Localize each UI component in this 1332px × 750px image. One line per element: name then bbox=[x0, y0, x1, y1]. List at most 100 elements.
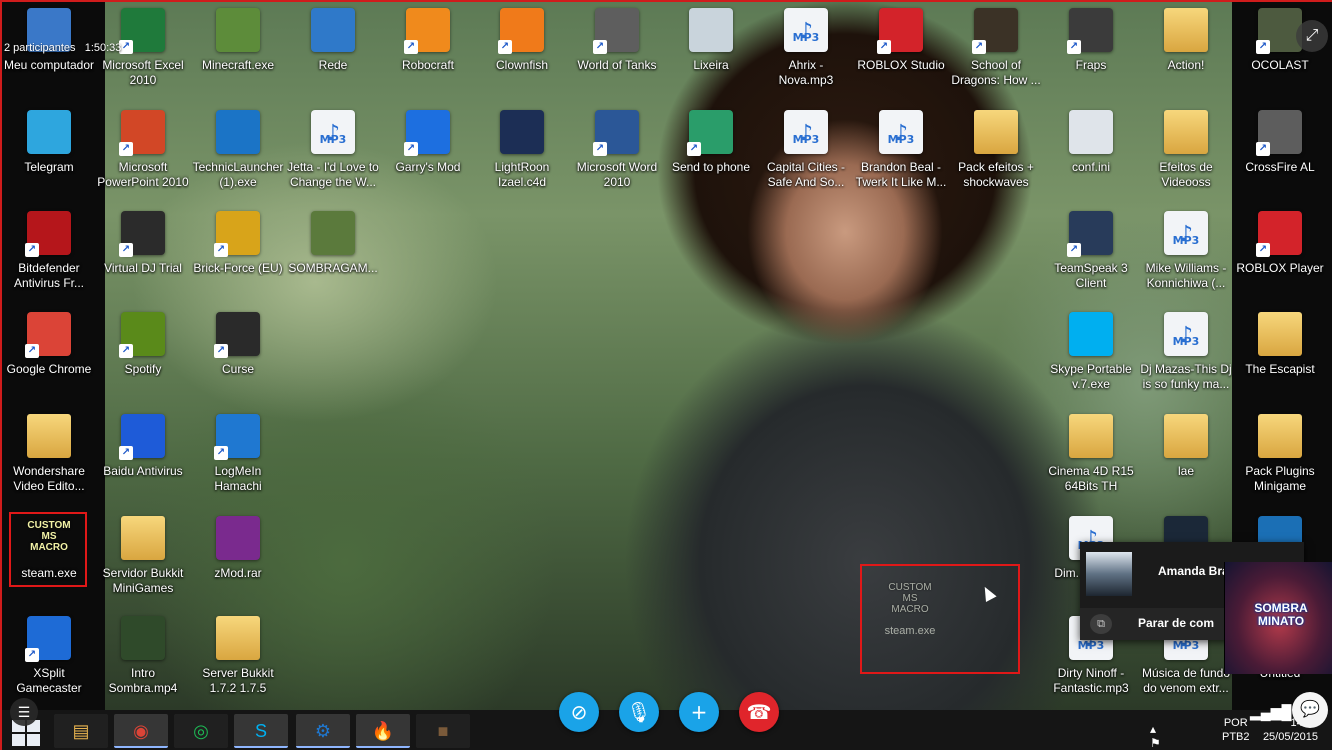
chat-button[interactable]: 💬 bbox=[1292, 692, 1328, 728]
taskbar-hamachi-button[interactable]: ⚙ bbox=[296, 714, 350, 748]
desktop-icon[interactable]: Cinema 4D R15 64Bits TH bbox=[1045, 414, 1137, 494]
excel-icon bbox=[119, 8, 165, 54]
taskbar-skype-button[interactable]: S bbox=[234, 714, 288, 748]
desktop-icon[interactable]: Robocraft bbox=[382, 8, 474, 73]
microphone-button[interactable]: 🎙 bbox=[619, 692, 659, 732]
hang-up-button[interactable]: ☎ bbox=[739, 692, 779, 732]
desktop-icon[interactable]: Garry's Mod bbox=[382, 110, 474, 175]
desktop-icon[interactable]: MP3Capital Cities - Safe And So... bbox=[760, 104, 852, 190]
popup-contact-name: Amanda Bra bbox=[1158, 564, 1229, 578]
recycle-bin-icon bbox=[689, 8, 733, 52]
desktop-icon[interactable]: Meu computador bbox=[3, 8, 95, 73]
shared-screen-thumbnail bbox=[1086, 552, 1132, 596]
mp3-icon: MP3 bbox=[784, 2, 828, 62]
desktop-icon[interactable]: TeamSpeak 3 Client bbox=[1045, 211, 1137, 291]
desktop-icon[interactable]: Fraps bbox=[1045, 8, 1137, 73]
desktop-icon[interactable]: Bitdefender Antivirus Fr... bbox=[3, 211, 95, 291]
desktop-icon[interactable]: MP3Dj Mazas-This Dj is so funky ma... bbox=[1140, 306, 1232, 392]
desktop-icon[interactable]: Google Chrome bbox=[3, 312, 95, 377]
desktop-icon[interactable]: School of Dragons: How ... bbox=[950, 8, 1042, 88]
desktop-icon-label: The Escapist bbox=[1245, 362, 1315, 376]
desktop-icon[interactable]: Brick-Force (EU) bbox=[192, 211, 284, 276]
video-off-button[interactable]: ⊘ bbox=[559, 692, 599, 732]
desktop-icon-label: Skype Portable v.7.exe bbox=[1050, 362, 1132, 391]
add-participant-button[interactable]: + bbox=[679, 692, 719, 732]
desktop-icon[interactable]: MP3Brandon Beal - Twerk It Like M... bbox=[855, 104, 947, 190]
chat-bubble-icon: 💬 bbox=[1300, 701, 1320, 718]
desktop-icon[interactable]: XSplit Gamecaster bbox=[3, 616, 95, 696]
folder-icon bbox=[1069, 414, 1113, 458]
desktop-icon[interactable]: CrossFire AL bbox=[1234, 110, 1326, 175]
taskbar-chrome-button[interactable]: ◉ bbox=[114, 714, 168, 748]
desktop-icon[interactable]: Skype Portable v.7.exe bbox=[1045, 312, 1137, 392]
ocolast-icon bbox=[1256, 8, 1302, 54]
desktop-icon[interactable]: Curse bbox=[192, 312, 284, 377]
taskbar-file-explorer-button[interactable]: ▤ bbox=[54, 714, 108, 748]
desktop-icon[interactable]: Intro Sombra.mp4 bbox=[97, 616, 189, 696]
desktop-icon-label: Virtual DJ Trial bbox=[104, 261, 182, 275]
mp3-icon: MP3 bbox=[311, 104, 355, 164]
cinema4d-icon bbox=[500, 110, 544, 154]
desktop-icon-label: LogMeIn Hamachi bbox=[214, 464, 262, 493]
desktop-icon[interactable]: zMod.rar bbox=[192, 516, 284, 581]
desktop-icon[interactable]: SOMBRAGAM... bbox=[287, 211, 379, 276]
plus-icon: + bbox=[690, 700, 708, 724]
desktop-icon[interactable]: Microsoft PowerPoint 2010 bbox=[97, 110, 189, 190]
desktop-icon[interactable]: Clownfish bbox=[476, 8, 568, 73]
desktop-icon-label: World of Tanks bbox=[577, 58, 657, 72]
taskbar-minecraft-button[interactable]: ■ bbox=[416, 714, 470, 748]
desktop-icon[interactable]: Pack Plugins Minigame bbox=[1234, 414, 1326, 494]
desktop-icon[interactable]: Send to phone bbox=[665, 110, 757, 175]
desktop-icon-label: Pack Plugins Minigame bbox=[1245, 464, 1315, 493]
desktop-icon[interactable]: Telegram bbox=[3, 110, 95, 175]
mp3-icon: MP3 bbox=[879, 104, 923, 164]
desktop-icon[interactable]: Minecraft.exe bbox=[192, 8, 284, 73]
tray-icons[interactable]: ▴ ⚑ 🔊 bbox=[1150, 722, 1171, 750]
language-indicator[interactable]: POR PTB2 bbox=[1222, 716, 1250, 744]
folder-icon bbox=[974, 110, 1018, 154]
self-video-preview[interactable]: SOMBRA MINATO bbox=[1224, 562, 1332, 674]
desktop-icon[interactable]: World of Tanks bbox=[571, 8, 663, 73]
desktop-icon[interactable]: MP3Jetta - I'd Love to Change the W... bbox=[287, 104, 379, 190]
desktop-icon[interactable]: Baidu Antivirus bbox=[97, 414, 189, 479]
desktop-icon-label: Action! bbox=[1167, 58, 1205, 72]
technic-icon bbox=[216, 110, 260, 154]
desktop-icon[interactable]: ROBLOX Player bbox=[1234, 211, 1326, 276]
desktop-icon[interactable]: Efeitos de Videooss bbox=[1140, 110, 1232, 190]
taskbar-spotify-button[interactable]: ◎ bbox=[174, 714, 228, 748]
desktop-icon-label: Clownfish bbox=[495, 58, 549, 72]
desktop-icon[interactable]: The Escapist bbox=[1234, 312, 1326, 377]
desktop-icon[interactable]: MP3Ahrix - Nova.mp3 bbox=[760, 2, 852, 88]
desktop-icon[interactable]: Lixeira bbox=[665, 8, 757, 73]
desktop-icon[interactable]: TechnicLauncher (1).exe bbox=[192, 110, 284, 190]
desktop-icon[interactable]: conf.ini bbox=[1045, 110, 1137, 175]
desktop-icon[interactable]: lae bbox=[1140, 414, 1232, 479]
desktop-icon-label: Intro Sombra.mp4 bbox=[108, 666, 178, 695]
keyboard-layout: PTB2 bbox=[1222, 731, 1250, 743]
taskbar-curse-button[interactable]: 🔥 bbox=[356, 714, 410, 748]
school-of-dragons-icon bbox=[972, 8, 1018, 54]
desktop-icon[interactable]: LogMeIn Hamachi bbox=[192, 414, 284, 494]
desktop-icon-label: Wondershare Video Edito... bbox=[13, 464, 85, 493]
language-code: POR bbox=[1223, 717, 1248, 729]
folder-icon bbox=[1258, 414, 1302, 458]
desktop-icon[interactable]: Microsoft Word 2010 bbox=[571, 110, 663, 190]
expand-icon[interactable]: ⤢ bbox=[1296, 20, 1328, 52]
desktop-icon[interactable]: Action! bbox=[1140, 8, 1232, 73]
video-off-icon: ⊘ bbox=[570, 700, 588, 724]
desktop-icon[interactable]: Wondershare Video Edito... bbox=[3, 414, 95, 494]
desktop-icon-label: Cinema 4D R15 64Bits TH bbox=[1048, 464, 1134, 493]
desktop-icon-label: Música de fundo do venom extr... bbox=[1141, 666, 1231, 695]
desktop-icon[interactable]: Rede bbox=[287, 8, 379, 73]
desktop-icon[interactable]: Spotify bbox=[97, 312, 189, 377]
dragged-macro-icon[interactable]: CUSTOM MS MACRO steam.exe bbox=[862, 582, 958, 637]
call-menu-icon[interactable]: ☰ bbox=[10, 698, 38, 726]
desktop-icon[interactable]: Server Bukkit 1.7.2 1.7.5 pronto bbox=[192, 616, 284, 696]
desktop-icon[interactable]: MP3Mike Williams - Konnichiwa (... bbox=[1140, 205, 1232, 291]
desktop-icon[interactable]: Servidor Bukkit MiniGames bbox=[97, 516, 189, 596]
desktop-icon[interactable]: Pack efeitos + shockwaves bbox=[950, 110, 1042, 190]
desktop-icon[interactable]: LightRoon Izael.c4d bbox=[476, 110, 568, 190]
desktop-icon[interactable]: Virtual DJ Trial bbox=[97, 211, 189, 276]
desktop-icon[interactable]: ROBLOX Studio bbox=[855, 8, 947, 73]
stop-sharing-button[interactable]: Parar de com bbox=[1138, 616, 1214, 630]
